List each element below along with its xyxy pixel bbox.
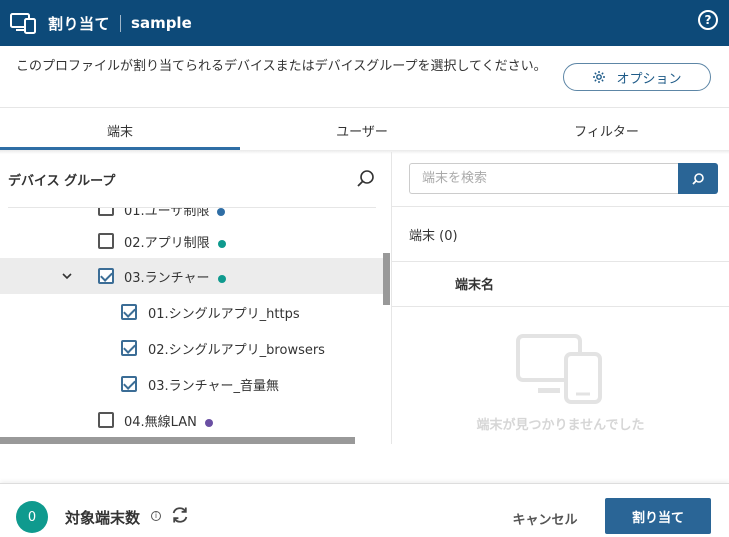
cancel-button[interactable]: キャンセル bbox=[500, 501, 590, 535]
tree-row[interactable]: 02.アプリ制限 bbox=[0, 223, 383, 259]
tree-row-child[interactable]: 02.シングルアプリ_browsers bbox=[0, 330, 383, 366]
column-header-device-name[interactable]: 端末名 bbox=[455, 274, 494, 293]
tree-row-label: 02.アプリ制限 bbox=[124, 232, 226, 251]
device-search-input[interactable] bbox=[409, 163, 679, 194]
group-checkbox[interactable] bbox=[98, 268, 114, 284]
group-label: 01.シングルアプリ_https bbox=[148, 307, 300, 322]
target-device-count-label: 対象端末数 bbox=[65, 509, 141, 527]
refresh-icon[interactable] bbox=[170, 505, 190, 525]
group-label: 02.シングルアプリ_browsers bbox=[148, 343, 325, 358]
tab-filters[interactable]: フィルター bbox=[484, 108, 729, 152]
tree-row-label: 04.無線LAN bbox=[124, 411, 213, 430]
vertical-scrollbar[interactable] bbox=[383, 253, 390, 305]
device-count-label: 端末 (0) bbox=[409, 229, 458, 244]
group-checkbox[interactable] bbox=[121, 376, 137, 392]
device-group-header: デバイス グループ bbox=[0, 160, 388, 198]
group-label: 03.ランチャー bbox=[124, 271, 210, 286]
profile-name: sample bbox=[131, 14, 192, 32]
group-label: 02.アプリ制限 bbox=[124, 236, 210, 251]
tree-row-label: 03.ランチャー bbox=[124, 267, 226, 286]
tab-users[interactable]: ユーザー bbox=[240, 108, 484, 152]
tree-row[interactable]: 04.無線LAN bbox=[0, 402, 383, 437]
tab-shadow bbox=[0, 150, 729, 154]
tree-row-child[interactable]: 01.シングルアプリ_https bbox=[0, 294, 383, 330]
search-icon[interactable] bbox=[356, 169, 376, 189]
gear-icon bbox=[593, 71, 606, 83]
tree-row-label: 01.ユーザ制限 bbox=[124, 208, 226, 219]
group-label: 01.ユーザ制限 bbox=[124, 208, 210, 219]
group-color-dot bbox=[204, 418, 213, 427]
group-color-dot bbox=[217, 239, 226, 248]
group-checkbox[interactable] bbox=[121, 340, 137, 356]
group-label: 04.無線LAN bbox=[124, 415, 197, 430]
tree-row-child[interactable]: 03.ランチャー_音量無 bbox=[0, 366, 383, 402]
search-icon bbox=[692, 172, 704, 185]
options-button[interactable]: オプション bbox=[563, 63, 711, 91]
divider bbox=[392, 206, 729, 207]
devices-icon bbox=[516, 334, 602, 404]
divider bbox=[392, 306, 729, 307]
device-group-label: デバイス グループ bbox=[8, 174, 116, 189]
options-button-label: オプション bbox=[616, 71, 682, 87]
panel-divider bbox=[391, 152, 392, 444]
group-checkbox[interactable] bbox=[98, 233, 114, 249]
devices-icon bbox=[10, 13, 36, 34]
divider bbox=[392, 261, 729, 262]
tree-row-selected[interactable]: 03.ランチャー bbox=[0, 258, 383, 294]
tab-devices[interactable]: 端末 bbox=[0, 108, 240, 152]
dialog-title: 割り当て bbox=[48, 14, 111, 33]
assign-dialog: 割り当て sample ? このプロファイルが割り当てられるデバイスまたはデバイ… bbox=[0, 0, 729, 537]
group-checkbox[interactable] bbox=[98, 412, 114, 428]
chevron-down-icon[interactable] bbox=[61, 270, 73, 282]
device-search-button[interactable] bbox=[678, 163, 718, 194]
group-checkbox[interactable] bbox=[121, 304, 137, 320]
dialog-header: 割り当て sample ? bbox=[0, 0, 729, 46]
target-count-badge: 0 bbox=[16, 501, 48, 533]
horizontal-scrollbar[interactable] bbox=[0, 437, 355, 444]
device-group-tree: 01.ユーザ制限 02.アプリ制限 03.ランチャー 01.シングルアプリ_ht… bbox=[0, 208, 383, 437]
group-label: 03.ランチャー_音量無 bbox=[148, 379, 280, 394]
empty-message: 端末が見つかりませんでした bbox=[476, 418, 645, 433]
description-text: このプロファイルが割り当てられるデバイスまたはデバイスグループを選択してください… bbox=[16, 59, 547, 74]
help-glyph: ? bbox=[704, 13, 712, 27]
title-separator bbox=[120, 14, 122, 32]
dialog-footer: 0 対象端末数 i キャンセル 割り当て bbox=[0, 483, 729, 537]
tab-bar: 端末 ユーザー フィルター bbox=[0, 107, 729, 151]
group-checkbox[interactable] bbox=[98, 208, 114, 216]
info-icon[interactable]: i bbox=[151, 511, 161, 521]
assign-button[interactable]: 割り当て bbox=[605, 498, 711, 534]
group-color-dot bbox=[217, 208, 226, 216]
help-icon[interactable]: ? bbox=[698, 10, 718, 30]
group-color-dot bbox=[217, 274, 226, 283]
